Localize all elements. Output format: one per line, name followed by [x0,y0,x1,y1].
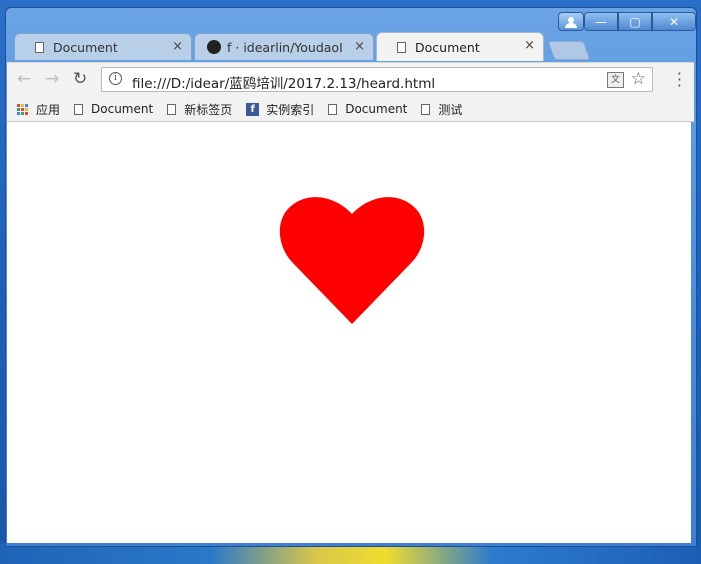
page-icon [421,103,431,115]
tab-document-1[interactable]: Document × [14,33,192,60]
tab-close-icon[interactable]: × [524,38,535,53]
new-tab-button[interactable] [547,41,591,60]
window-controls: — ▢ ✕ [584,12,696,32]
tab-close-icon[interactable]: × [354,39,365,54]
page-content [7,122,691,543]
tab-label: Document [53,39,118,55]
facebook-icon: f [246,102,260,116]
url-text[interactable]: file:///D:/idear/蓝鸥培训/2017.2.13/heard.ht… [132,72,435,92]
browser-window: — ▢ ✕ Document × f · idearlin/YoudaoI × … [5,7,697,547]
maximize-button[interactable]: ▢ [618,12,652,31]
heart-shape [279,197,425,324]
bookmark-label: 测试 [438,102,463,117]
browser-toolbar: ← → ↻ i file:///D:/idear/蓝鸥培训/2017.2.13/… [7,62,694,97]
bookmark-label: Document [345,102,408,116]
page-icon [328,103,338,115]
bookmark-label: 实例索引 [266,102,315,117]
page-icon [167,103,177,115]
user-profile-icon[interactable] [558,12,584,31]
page-icon [35,41,44,53]
tab-github[interactable]: f · idearlin/YoudaoI × [194,33,374,60]
bookmark-label: Document [91,102,154,116]
apps-icon [17,103,28,115]
info-icon[interactable]: i [109,72,122,85]
bookmark-label: 新标签页 [184,102,233,117]
github-icon [207,40,221,54]
tab-label: f · idearlin/YoudaoI [227,39,343,55]
tab-document-active[interactable]: Document × [376,32,544,61]
close-window-button[interactable]: ✕ [652,12,696,31]
reload-icon[interactable]: ↻ [73,69,87,89]
bookmark-document[interactable]: Document [74,102,153,116]
translate-icon[interactable]: 文 [607,72,624,88]
page-icon [397,41,406,53]
bookmark-new-tab[interactable]: 新标签页 [167,101,232,118]
bookmark-examples[interactable]: f 实例索引 [246,101,314,118]
bookmark-label: 应用 [36,102,61,117]
menu-dots-icon[interactable]: · · · [677,66,682,94]
back-arrow-icon[interactable]: ← [17,69,31,89]
forward-arrow-icon[interactable]: → [45,69,59,89]
minimize-button[interactable]: — [584,12,618,31]
bookmark-test[interactable]: 测试 [421,101,462,118]
bookmark-star-icon[interactable]: ☆ [631,69,646,89]
tab-strip: Document × f · idearlin/YoudaoI × Docume… [14,32,694,61]
page-icon [74,103,84,115]
bookmarks-bar: 应用 Document 新标签页 f 实例索引 Document 测试 [7,97,694,122]
bookmark-apps[interactable]: 应用 [17,101,60,118]
tab-label: Document [415,39,480,55]
address-bar[interactable]: i file:///D:/idear/蓝鸥培训/2017.2.13/heard.… [101,67,653,92]
bookmark-document-2[interactable]: Document [328,102,407,116]
tab-close-icon[interactable]: × [172,39,183,54]
